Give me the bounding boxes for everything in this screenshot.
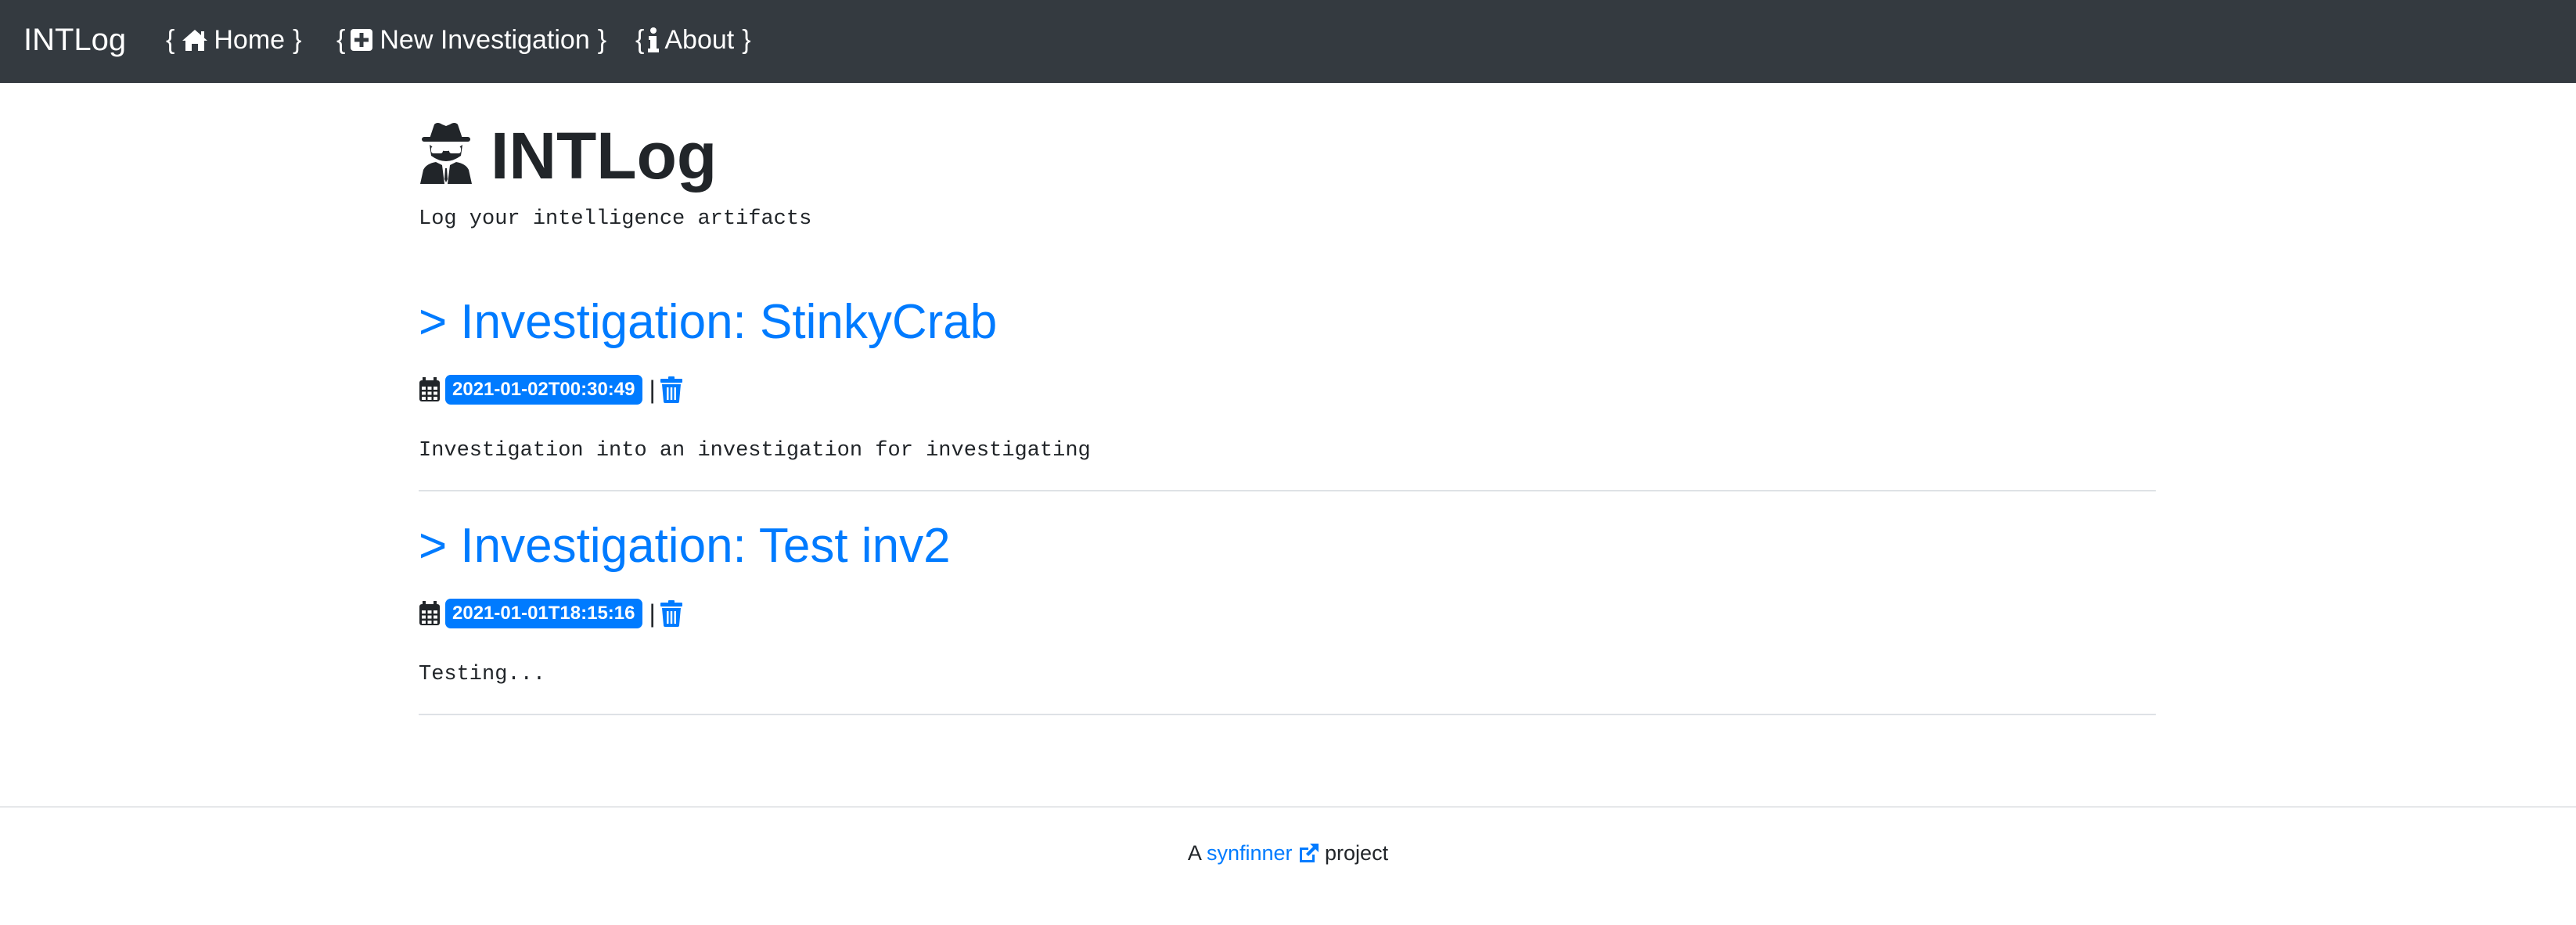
meta-separator: | — [649, 376, 656, 404]
nav-about-link[interactable]: { About } — [635, 21, 751, 59]
brace-open: { — [166, 25, 175, 55]
nav-new-investigation-link[interactable]: { New Investigation } — [336, 21, 606, 59]
nav-home-link[interactable]: { Home } — [166, 21, 301, 59]
investigation-description: Investigation into an investigation for … — [419, 439, 1091, 462]
investigation-title-link[interactable]: > Investigation: StinkyCrab — [419, 290, 997, 355]
brace-open: { — [336, 25, 346, 55]
investigation-meta: 2021-01-02T00:30:49 | — [419, 374, 682, 405]
synfinner-link[interactable]: synfinner — [1207, 841, 1319, 865]
footer-prefix: A — [1187, 841, 1201, 865]
nav-about-label: About — [664, 25, 735, 55]
info-icon — [647, 27, 660, 53]
page-title: INTLog — [419, 113, 717, 199]
calendar-icon — [419, 601, 445, 626]
investigation-meta: 2021-01-01T18:15:16 | — [419, 598, 682, 629]
footer-divider — [0, 806, 2576, 808]
investigation-title-link[interactable]: > Investigation: Test inv2 — [419, 513, 951, 579]
delete-investigation-button[interactable] — [660, 376, 682, 403]
plus-square-icon — [350, 28, 373, 52]
investigation-description: Testing... — [419, 663, 546, 686]
home-icon — [181, 27, 209, 52]
synfinner-link-label: synfinner — [1206, 841, 1293, 865]
navbar: INTLog { Home } { New Investigation } { — [0, 0, 2576, 83]
page-title-text: INTLog — [491, 119, 718, 193]
timestamp-badge: 2021-01-01T18:15:16 — [445, 599, 642, 628]
nav-new-investigation-label: New Investigation — [380, 25, 590, 55]
delete-investigation-button[interactable] — [660, 600, 682, 627]
calendar-icon — [419, 377, 445, 402]
nav-home-label: Home — [214, 25, 286, 55]
footer-suffix: project — [1325, 841, 1389, 865]
divider — [419, 490, 2156, 491]
brace-close: } — [597, 25, 607, 55]
footer: A synfinner project — [0, 837, 2576, 872]
divider — [419, 714, 2156, 715]
external-link-icon — [1297, 840, 1319, 872]
page-tagline: Log your intelligence artifacts — [419, 207, 812, 231]
brace-close: } — [742, 25, 751, 55]
meta-separator: | — [649, 599, 656, 628]
timestamp-badge: 2021-01-02T00:30:49 — [445, 375, 642, 405]
user-secret-icon — [419, 121, 473, 190]
brace-open: { — [635, 25, 645, 55]
brace-close: } — [293, 25, 302, 55]
navbar-brand[interactable]: INTLog — [23, 20, 126, 60]
